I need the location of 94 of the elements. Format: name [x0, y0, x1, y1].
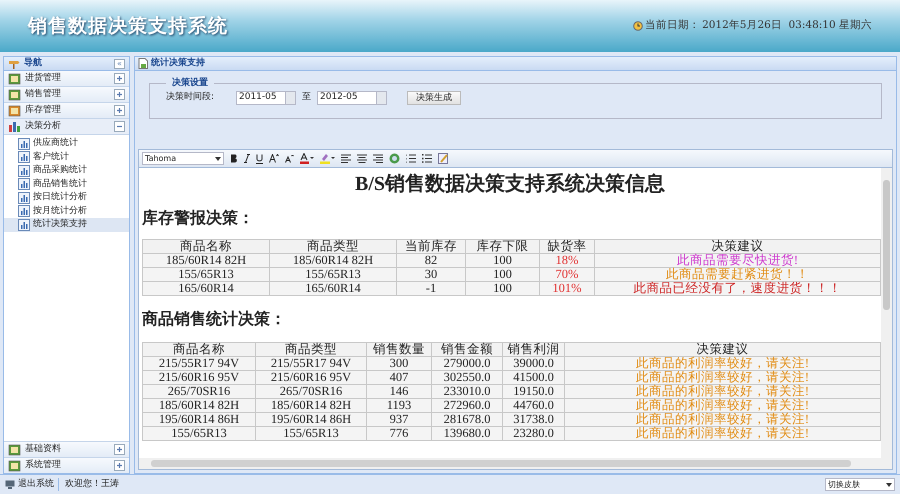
link-icon[interactable] — [389, 153, 400, 164]
document-icon — [138, 58, 148, 69]
table-cell: 155/65R13 — [142, 426, 256, 440]
sidebar-section[interactable]: 系统管理 — [4, 457, 129, 473]
logout-button[interactable]: 退出系统 — [5, 478, 59, 492]
bullet-list-icon[interactable] — [422, 154, 432, 163]
sidebar-section[interactable]: 基础资料 — [4, 441, 129, 457]
section-heading: 商品销售统计决策： — [142, 310, 287, 330]
collapse-icon[interactable] — [114, 121, 125, 132]
numbered-list-icon[interactable] — [406, 154, 416, 163]
chart-icon — [18, 138, 30, 150]
caret-icon — [215, 156, 221, 160]
expand-icon[interactable] — [114, 73, 125, 84]
date-label: 当前日期： — [645, 18, 700, 34]
folder-icon — [8, 88, 21, 100]
column-header: 决策建议 — [564, 342, 880, 356]
document-title: B/S销售数据决策支持系统决策信息 — [354, 172, 666, 197]
horizontal-scrollbar[interactable] — [139, 458, 892, 469]
align-center-icon[interactable] — [357, 154, 367, 163]
chart-page-icon — [18, 205, 30, 218]
table-cell: 165/60R14 — [270, 282, 396, 296]
sidebar-title: 导航 — [24, 56, 42, 70]
folder-icon — [8, 444, 21, 456]
sidebar-section[interactable]: 进货管理 — [4, 71, 129, 87]
table-cell: 139680.0 — [432, 426, 502, 440]
sidebar-section[interactable]: 库存管理 — [4, 103, 129, 119]
align-right-icon[interactable] — [373, 154, 383, 163]
table-cell: 776 — [366, 426, 432, 440]
panel-title: 统计决策支持 — [151, 56, 205, 70]
sidebar-item[interactable]: 商品销售统计 — [4, 178, 129, 191]
date-field[interactable]: 2011-05 — [236, 90, 296, 104]
settings-legend: 决策设置 — [166, 77, 214, 90]
collapse-button[interactable]: « — [114, 58, 125, 68]
font-color-icon[interactable] — [300, 153, 314, 164]
advice-cell: 此商品的利润率较好，请关注! — [564, 426, 880, 440]
expand-icon[interactable] — [114, 460, 125, 471]
period-label: 决策时间段: — [166, 90, 216, 104]
welcome-text: 欢迎您！王涛 — [65, 478, 119, 491]
sidebar-item[interactable]: 统计决策支持 — [4, 218, 129, 232]
chart-icon — [18, 178, 30, 190]
sidebar-item[interactable]: 商品采购统计 — [4, 164, 129, 178]
column-header: 销售金额 — [432, 342, 502, 356]
grow-font-icon[interactable] — [269, 154, 279, 163]
chart-page-icon — [18, 218, 30, 231]
sidebar-item[interactable]: 客户统计 — [4, 150, 129, 164]
column-header: 商品类型 — [256, 342, 366, 356]
expand-icon[interactable] — [114, 89, 125, 100]
column-header: 库存下限 — [466, 240, 540, 254]
expand-icon[interactable] — [114, 444, 125, 455]
column-header: 决策建议 — [594, 240, 880, 254]
app-title: 销售数据决策支持系统 — [28, 14, 228, 39]
chart-page-icon — [18, 192, 30, 204]
section-heading: 库存警报决策： — [142, 209, 255, 229]
sidebar-section[interactable]: 决策分析 — [4, 119, 129, 135]
table-cell: -1 — [396, 282, 466, 296]
vertical-scrollbar[interactable] — [881, 168, 892, 458]
column-header: 商品名称 — [142, 240, 270, 254]
caret-icon — [886, 482, 892, 486]
table-cell: 101% — [540, 282, 594, 296]
italic-icon[interactable] — [244, 154, 250, 163]
advice-cell: 此商品已经没有了，速度进货！！！ — [594, 282, 880, 296]
bar-chart-icon — [8, 121, 21, 132]
monitor-icon — [5, 480, 15, 489]
column-header: 销售数量 — [366, 342, 432, 356]
table-cell: 165/60R14 — [142, 282, 270, 296]
folder-icon — [8, 104, 21, 116]
sidebar-item[interactable]: 供应商统计 — [4, 137, 129, 150]
column-header: 商品名称 — [142, 342, 256, 356]
font-select[interactable]: Tahoma — [142, 152, 224, 165]
sidebar-item[interactable]: 按日统计分析 — [4, 191, 129, 204]
chart-icon — [18, 151, 30, 164]
shrink-font-icon[interactable] — [285, 154, 294, 162]
table-cell: 23280.0 — [502, 426, 564, 440]
highlight-icon[interactable] — [320, 153, 335, 164]
underline-icon[interactable] — [256, 154, 263, 164]
folder-icon — [8, 72, 21, 84]
align-left-icon[interactable] — [341, 154, 351, 163]
folder-icon — [8, 460, 21, 472]
signpost-icon — [8, 58, 20, 68]
bold-icon[interactable] — [230, 154, 238, 163]
current-date: 2012年5月26日 03:48:10 星期六 — [702, 18, 872, 34]
table-cell: 155/65R13 — [256, 426, 366, 440]
source-edit-icon[interactable] — [438, 153, 449, 164]
clock-icon — [633, 21, 644, 31]
column-header: 商品类型 — [270, 240, 396, 254]
expand-icon[interactable] — [114, 105, 125, 116]
to-label: 至 — [302, 90, 311, 104]
sidebar-section[interactable]: 销售管理 — [4, 87, 129, 103]
sidebar-item[interactable]: 按月统计分析 — [4, 204, 129, 218]
chart-icon — [18, 164, 30, 177]
skin-select[interactable]: 切换皮肤 — [825, 478, 895, 491]
date-field[interactable]: 2012-05 — [317, 90, 387, 104]
table-cell: 100 — [466, 282, 540, 296]
generate-button[interactable]: 决策生成 — [407, 90, 461, 104]
